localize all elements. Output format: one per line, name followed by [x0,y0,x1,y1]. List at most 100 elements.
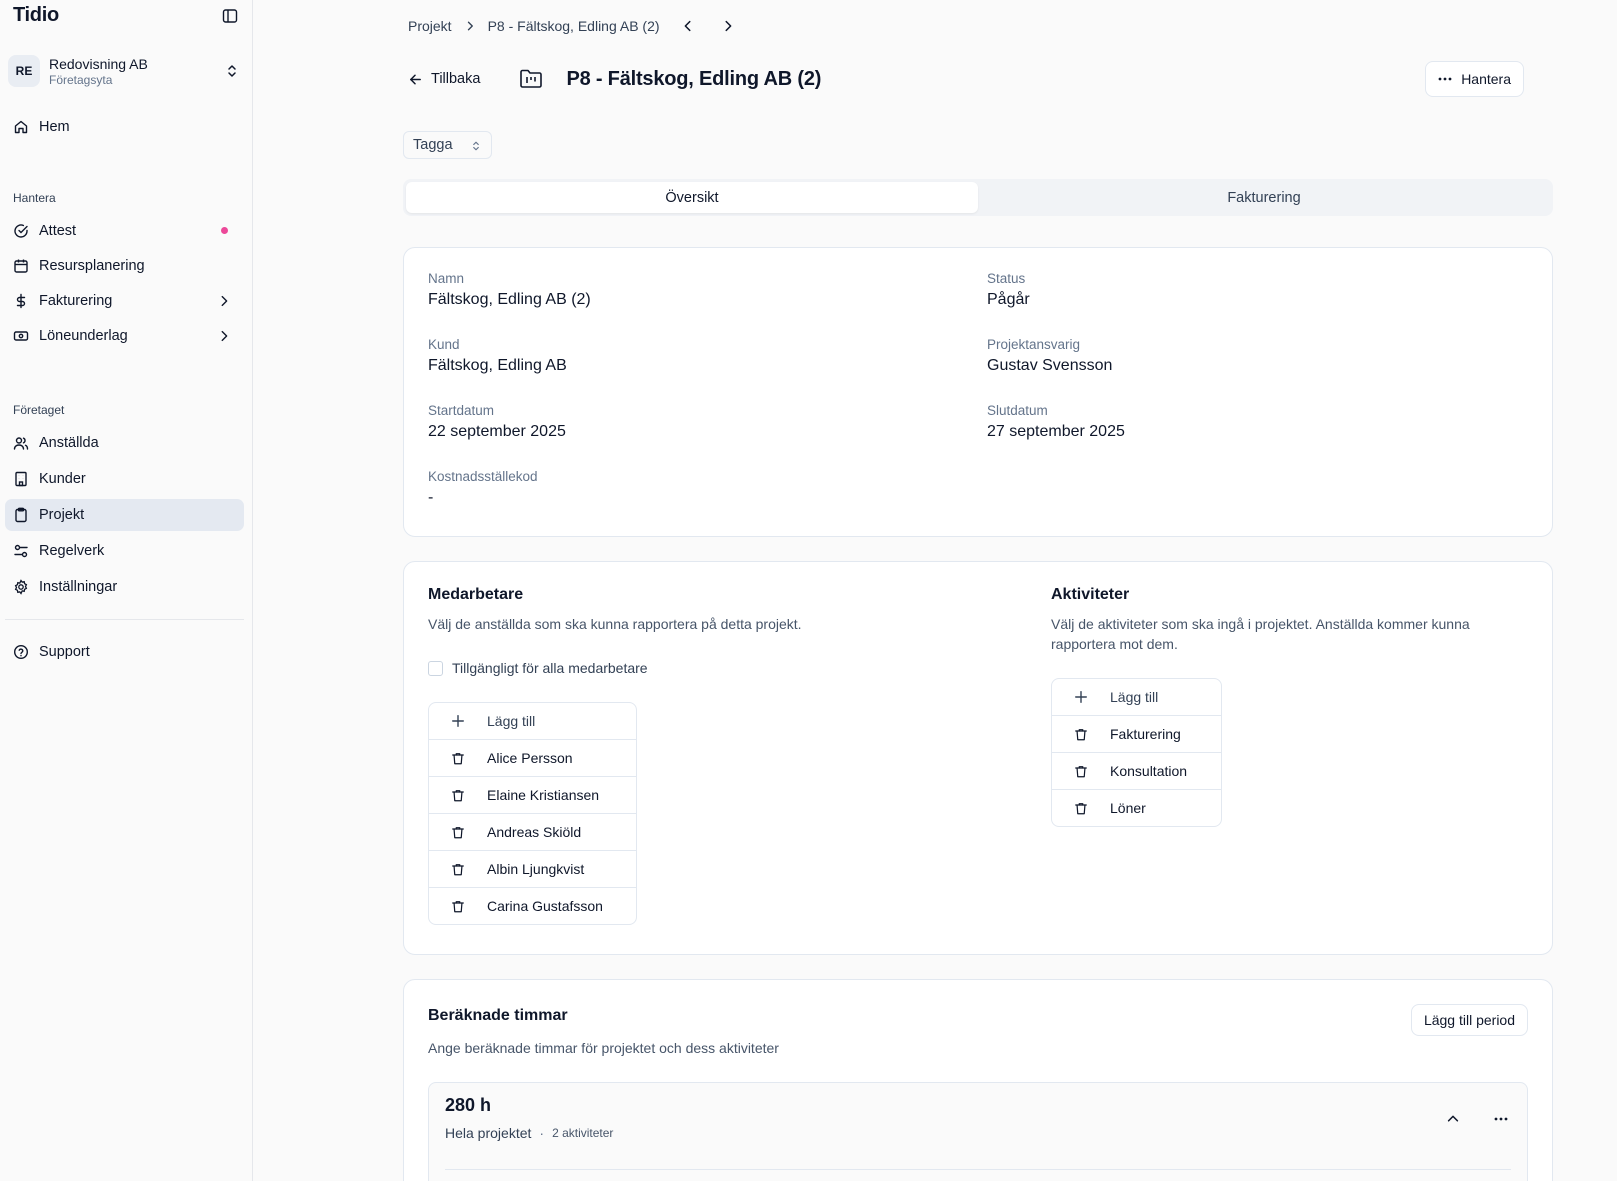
activity-name: Fakturering [1110,726,1181,742]
list-item: Alice Persson [429,739,636,776]
sidebar-item-label: Support [39,644,90,660]
breadcrumb-current: P8 - Fältskog, Edling AB (2) [487,18,660,34]
tag-select-label: Tagga [413,137,453,153]
trash-icon[interactable] [429,825,487,840]
list-item: Albin Ljungkvist [429,850,636,887]
member-name: Andreas Skiöld [487,824,582,840]
checkbox-label: Tillgängligt för alla medarbetare [452,660,648,676]
sidebar-item-installningar[interactable]: Inställningar [5,571,244,603]
members-activities-card: Medarbetare Välj de anställda som ska ku… [403,561,1553,955]
period-activity-count: 2 aktiviteter [552,1126,614,1140]
trash-icon[interactable] [429,899,487,914]
estimated-hours-title: Beräknade timmar [428,1007,568,1024]
home-icon [13,119,29,135]
activities-description: Välj de aktiviteter som ska ingå i proje… [1051,616,1470,652]
sidebar-toggle-icon[interactable] [220,6,240,26]
list-item: Carina Gustafsson [429,887,636,924]
field-label: Startdatum [428,403,495,418]
tab-fakturering[interactable]: Fakturering [978,182,1550,213]
more-horizontal-icon [1438,77,1452,81]
sidebar-item-fakturering[interactable]: Fakturering [5,285,244,317]
trash-icon[interactable] [429,788,487,803]
sidebar-item-label: Projekt [39,507,85,523]
more-horizontal-icon[interactable] [1491,1109,1511,1129]
all-members-checkbox-row[interactable]: Tillgängligt för alla medarbetare [428,660,648,676]
sidebar-item-kunder[interactable]: Kunder [5,463,244,495]
estimated-hours-card: Beräknade timmar Ange beräknade timmar f… [403,979,1553,1181]
list-item: Konsultation [1052,752,1221,789]
page-title: P8 - Fältskog, Edling AB (2) [566,67,822,90]
all-members-checkbox[interactable] [428,660,443,676]
chevron-right-icon [216,293,232,309]
members-description: Välj de anställda som ska kunna rapporte… [428,616,802,632]
breadcrumb-projekt[interactable]: Projekt [408,18,452,34]
field-value: 22 september 2025 [428,423,566,440]
calendar-icon [13,258,29,274]
arrow-left-icon [410,74,421,84]
trash-icon[interactable] [1052,801,1110,816]
workspace-switcher[interactable]: RE Redovisning AB Företagsyta [8,50,244,92]
sidebar-item-label: Resursplanering [39,258,145,274]
trash-icon[interactable] [429,751,487,766]
list-item: Andreas Skiöld [429,813,636,850]
member-name: Albin Ljungkvist [487,861,585,877]
sidebar-item-projekt[interactable]: Projekt [5,499,244,531]
page-header: Tillbaka P8 - Fältskog, Edling AB (2) Ha… [408,60,1527,98]
sidebar-item-label: Kunder [39,471,86,487]
sidebar-item-home[interactable]: Hem [5,111,244,143]
activities-list: Lägg till Fakturering Konsultation Löner [1051,678,1222,827]
sidebar-divider [5,619,244,620]
sidebar-item-label: Anställda [39,435,99,451]
add-period-button[interactable]: Lägg till period [1410,1004,1528,1036]
next-project-icon[interactable] [718,16,738,36]
members-title: Medarbetare [428,586,524,603]
member-name: Carina Gustafsson [487,898,603,914]
period-item: 280 h Hela projektet · 2 aktiviteter [428,1082,1528,1181]
field-end-date: Slutdatum 27 september 2025 [987,402,1125,444]
brand-logo[interactable]: Tidio [13,4,59,27]
field-value: Pågår [987,291,1030,308]
add-activity-button[interactable]: Lägg till [1052,679,1221,715]
project-details-card: Namn Fältskog, Edling AB (2) Status Pågå… [403,247,1553,537]
trash-icon[interactable] [1052,727,1110,742]
tag-select[interactable]: Tagga [403,131,492,159]
list-item: Elaine Kristiansen [429,776,636,813]
sidebar-item-resursplanering[interactable]: Resursplanering [5,250,244,282]
sidebar-item-regelverk[interactable]: Regelverk [5,535,244,567]
banknote-icon [13,328,29,344]
section-label-manage: Hantera [13,191,56,205]
back-button[interactable]: Tillbaka [400,65,488,93]
add-member-button[interactable]: Lägg till [429,703,636,739]
field-label: Slutdatum [987,403,1048,418]
sidebar-item-attest[interactable]: Attest [5,215,244,247]
sidebar-item-label: Regelverk [39,543,105,559]
period-meta: Hela projektet · 2 aktiviteter [445,1125,613,1141]
sidebar-item-support[interactable]: Support [5,636,244,668]
users-icon [13,435,29,451]
manage-button[interactable]: Hantera [1425,61,1524,97]
plus-icon [1052,690,1110,704]
field-customer: Kund Fältskog, Edling AB [428,336,567,378]
previous-project-icon[interactable] [678,16,698,36]
tab-oversikt[interactable]: Översikt [406,182,978,213]
help-circle-icon [13,644,29,660]
sidebar-item-label: Hem [39,119,70,135]
sidebar: Tidio RE Redovisning AB Företagsyta Hem … [0,0,253,1181]
member-name: Alice Persson [487,750,573,766]
add-activity-label: Lägg till [1110,689,1159,705]
trash-icon[interactable] [429,862,487,877]
sidebar-item-anstallda[interactable]: Anställda [5,427,244,459]
period-divider [445,1169,1511,1170]
trash-icon[interactable] [1052,764,1110,779]
chevron-up-icon[interactable] [1443,1109,1463,1129]
field-manager: Projektansvarig Gustav Svensson [987,336,1112,378]
list-item: Löner [1052,789,1221,826]
sidebar-item-loneunderlag[interactable]: Löneunderlag [5,320,244,352]
activities-title: Aktiviteter [1051,586,1130,603]
notification-badge [221,227,228,234]
chevron-right-icon [464,20,476,32]
sidebar-item-label: Löneunderlag [39,328,128,344]
sidebar-item-label: Fakturering [39,293,113,309]
field-status: Status Pågår [987,270,1030,312]
field-label: Kostnadsställekod [428,469,538,484]
